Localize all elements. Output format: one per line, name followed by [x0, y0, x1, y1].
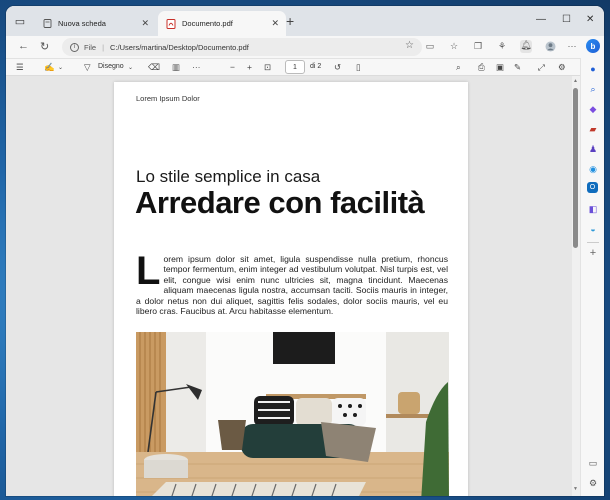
more-tools-icon[interactable]: ··· — [192, 62, 201, 72]
bell-icon[interactable]: ● — [586, 62, 600, 76]
browser-window: ▭ Nuova scheda ✕ Documento.pdf ✕ + — ☐ ✕… — [6, 6, 604, 496]
page-number-input[interactable]: 1 — [285, 60, 305, 74]
outlook-icon[interactable]: O — [587, 182, 598, 193]
close-icon[interactable]: ✕ — [141, 18, 149, 29]
rotate-icon[interactable]: ↺ — [334, 62, 341, 73]
page-icon — [42, 19, 52, 29]
highlight-icon[interactable]: ✍ — [44, 62, 55, 73]
zoom-out-icon[interactable]: − — [230, 62, 235, 72]
tab-bar: ▭ Nuova scheda ✕ Documento.pdf ✕ + — ☐ ✕ — [6, 6, 604, 36]
print-icon[interactable]: ⎙ — [478, 62, 485, 73]
vertical-scrollbar[interactable]: ▲ ▼ — [572, 76, 580, 496]
info-icon[interactable]: i — [70, 42, 79, 52]
favorites-icon[interactable]: ☆ — [448, 41, 460, 52]
profile-avatar-icon[interactable] — [544, 41, 556, 54]
pdf-icon — [166, 18, 176, 29]
pdf-toolbar: ☰ ✍ ⌄ ▽ Disegno ⌄ ⌫ ▥ ··· − + ⊡ 1 di 2 ↺… — [6, 58, 604, 76]
scroll-up-icon[interactable]: ▲ — [573, 78, 578, 84]
living-room-photo — [136, 332, 449, 496]
tab-documento-pdf[interactable]: Documento.pdf ✕ — [158, 11, 286, 36]
drop-cap: L — [136, 249, 161, 293]
notification-bell-icon[interactable]: 🔔︎ — [520, 40, 532, 53]
maximize-icon[interactable]: ☐ — [562, 14, 571, 25]
draw-label[interactable]: Disegno — [98, 63, 124, 70]
page-total: di 2 — [310, 63, 322, 70]
refresh-icon[interactable]: ↻ — [40, 40, 49, 53]
url-separator: | — [102, 42, 105, 52]
add-icon[interactable]: + — [586, 246, 600, 260]
draw-pen-icon[interactable]: ▽ — [84, 62, 91, 73]
games-icon[interactable]: ◒ — [586, 222, 600, 236]
tab-new-tab[interactable]: Nuova scheda ✕ — [34, 11, 156, 36]
new-tab-button[interactable]: + — [286, 14, 294, 28]
pdf-page: Lorem Ipsum Dolor Lo stile semplice in c… — [114, 82, 468, 496]
save-icon[interactable]: ▣ — [496, 62, 504, 73]
chess-icon[interactable]: ♟ — [586, 142, 600, 156]
edge-sidebar: ● ⌕ ◆ ▰ ♟ ◉ O ◧ ◒ + ▭ ⚙ — [580, 58, 604, 496]
save-as-icon[interactable]: ✎ — [514, 62, 521, 73]
address-bar[interactable]: i File | C:/Users/martina/Desktop/Docume… — [62, 38, 422, 56]
page-view-icon[interactable]: ▯ — [356, 62, 361, 73]
scroll-down-icon[interactable]: ▼ — [573, 486, 578, 492]
eraser-icon[interactable]: ⌫ — [148, 62, 160, 73]
navigation-bar: ← ↻ i File | C:/Users/martina/Desktop/Do… — [6, 36, 604, 58]
tab-actions-icon[interactable]: ▭ — [12, 13, 28, 29]
document-title: Arredare con facilità — [135, 185, 425, 220]
back-arrow-icon[interactable]: ← — [18, 40, 29, 52]
sidebar-settings-icon[interactable]: ⚙ — [586, 476, 600, 490]
body-paragraph: Lorem ipsum dolor sit amet, ligula suspe… — [136, 249, 448, 317]
close-icon[interactable]: ✕ — [271, 18, 279, 29]
contents-list-icon[interactable]: ☰ — [16, 62, 24, 73]
favorite-star-icon[interactable]: ☆ — [405, 40, 414, 51]
window-close-icon[interactable]: ✕ — [586, 14, 594, 25]
tag-icon[interactable]: ◆ — [586, 102, 600, 116]
chevron-down-icon[interactable]: ⌄ — [128, 64, 133, 71]
two-page-view-icon[interactable]: ▥ — [172, 62, 180, 73]
designer-icon[interactable]: ◧ — [586, 202, 600, 216]
chevron-down-icon[interactable]: ⌄ — [58, 64, 63, 71]
collections-icon[interactable]: ❐ — [472, 41, 484, 52]
url-scheme: File — [84, 42, 97, 52]
settings-gear-icon[interactable]: ⚙ — [558, 62, 566, 73]
sidebar-toggle-icon[interactable]: ▭ — [586, 456, 600, 470]
search-icon[interactable]: ⌕ — [456, 62, 461, 73]
minimize-icon[interactable]: — — [536, 14, 546, 25]
zoom-in-icon[interactable]: + — [247, 62, 252, 72]
search-icon[interactable]: ⌕ — [586, 82, 600, 96]
briefcase-icon[interactable]: ▰ — [586, 122, 600, 136]
url-path: C:/Users/martina/Desktop/Documento.pdf — [110, 42, 249, 52]
more-options-icon[interactable]: ··· — [566, 41, 578, 51]
sidebar-divider — [587, 242, 599, 243]
running-head: Lorem Ipsum Dolor — [136, 94, 200, 103]
pdf-viewer[interactable]: Lorem Ipsum Dolor Lo stile semplice in c… — [6, 76, 572, 496]
copilot-bing-icon[interactable]: b — [586, 39, 600, 53]
reader-view-icon[interactable]: ▭ — [424, 41, 436, 52]
fit-page-icon[interactable]: ⊡ — [264, 62, 271, 73]
extensions-icon[interactable]: ⚘ — [496, 41, 508, 52]
body-text: orem ipsum dolor sit amet, ligula suspen… — [136, 254, 448, 317]
tab-label: Documento.pdf — [182, 19, 233, 28]
document-subtitle: Lo stile semplice in casa — [136, 167, 321, 186]
copilot-icon[interactable]: ◉ — [586, 162, 600, 176]
tab-label: Nuova scheda — [58, 19, 106, 28]
scrollbar-thumb[interactable] — [573, 88, 578, 248]
fullscreen-icon[interactable]: ⤢ — [538, 62, 545, 73]
